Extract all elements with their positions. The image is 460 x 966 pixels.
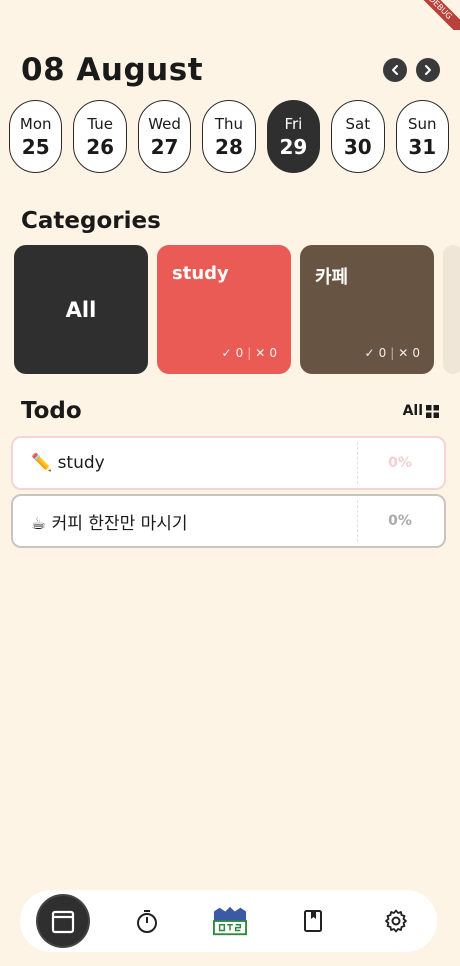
day-thu[interactable]: Thu 28 [202,100,256,173]
prev-week-button[interactable] [383,58,407,82]
day-fri-selected[interactable]: Fri 29 [266,100,321,173]
filter-label: All [402,403,423,419]
week-strip: Mon 25 Tue 26 Wed 27 Thu 28 Fri 29 Sat 30 Sun 3… [9,100,449,173]
day-number: 29 [279,134,308,159]
chevron-right-icon [425,65,431,75]
nav-settings-button[interactable] [372,897,420,945]
bottom-navigation [20,890,437,952]
day-sun[interactable]: Sun 31 [395,100,449,173]
day-number: 26 [86,134,115,159]
failed-count: 0 [269,346,277,360]
todo-filter-button[interactable]: All [403,403,439,419]
category-stats: ✓ 0 | ✕ 0 [365,346,420,360]
day-name: Mon [19,114,52,133]
todo-percent: 0% [388,513,412,529]
day-name: Sat [345,114,371,133]
category-name: 카페 [315,267,349,288]
todo-divider [357,442,358,484]
chevron-left-icon [392,65,398,75]
day-sat[interactable]: Sat 30 [331,100,385,173]
cross-icon: ✕ [255,346,266,360]
todo-item[interactable]: ☕ 커피 한잔만 마시기 0% [11,494,446,548]
category-stats: ✓ 0 | ✕ 0 [222,346,277,360]
todo-header: Todo All [21,398,439,424]
categories-list: All study ✓ 0 | ✕ 0 카페 ✓ 0 | ✕ 0 [14,245,460,374]
day-name: Fri [284,114,303,133]
debug-banner: DEBUG [420,0,460,30]
todo-list: ✏️ study 0% ☕ 커피 한잔만 마시기 0% [11,436,446,552]
next-week-button[interactable] [416,58,440,82]
category-card-study[interactable]: study ✓ 0 | ✕ 0 [157,245,291,374]
date-nav [383,58,440,82]
todo-percent: 0% [388,455,412,471]
check-icon: ✓ [221,346,232,360]
category-name: All [65,297,97,322]
nav-calendar-button[interactable] [37,896,88,946]
header: 08 August [21,50,440,90]
check-icon: ✓ [364,346,375,360]
failed-count: 0 [412,346,420,360]
todo-item[interactable]: ✏️ study 0% [11,436,446,490]
day-number: 27 [150,134,179,159]
category-card-all[interactable]: All [14,245,148,374]
done-count: 0 [378,346,387,360]
day-number: 25 [21,134,50,159]
day-name: Tue [87,114,113,133]
category-card-cafe[interactable]: 카페 ✓ 0 | ✕ 0 [300,245,434,374]
page-title: 08 August [21,52,204,88]
nav-notes-button[interactable] [289,897,337,945]
nav-timer-button[interactable] [123,897,171,945]
todo-divider [357,500,358,542]
app-logo-icon [212,906,247,936]
day-mon[interactable]: Mon 25 [9,100,63,173]
day-wed[interactable]: Wed 27 [137,100,192,173]
nav-logo-button[interactable] [206,897,254,945]
day-number: 30 [343,134,372,159]
category-card-partial[interactable] [443,245,460,374]
cross-icon: ✕ [398,346,409,360]
bookmark-book-icon [303,910,322,932]
day-number: 28 [215,134,243,159]
category-name: study [172,263,229,284]
todo-text: ☕ 커피 한잔만 마시기 [31,513,188,534]
calendar-icon [51,910,74,934]
stats-separator: | [247,346,252,360]
day-number: 31 [408,134,437,159]
day-name: Thu [214,114,244,133]
grid-icon [426,404,439,418]
done-count: 0 [235,346,244,360]
day-name: Sun [407,114,437,133]
timer-icon [136,910,157,933]
categories-title: Categories [21,208,161,234]
stats-separator: | [390,346,395,360]
todo-title: Todo [21,398,82,424]
gear-icon [384,909,407,933]
todo-text: ✏️ study [31,453,105,473]
day-name: Wed [148,114,181,133]
day-tue[interactable]: Tue 26 [73,100,127,173]
